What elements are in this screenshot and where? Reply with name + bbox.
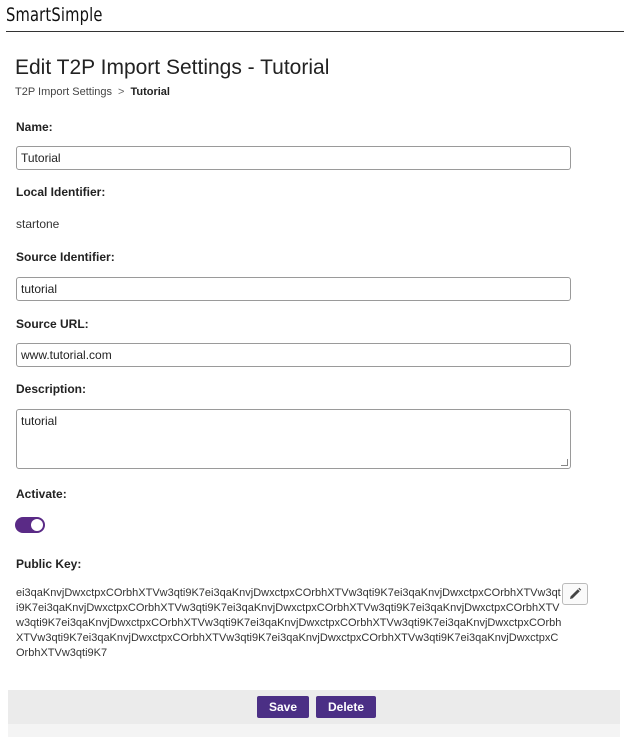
description-label: Description: (16, 382, 87, 396)
page-title: Edit T2P Import Settings - Tutorial (15, 56, 330, 79)
description-text: tutorial (21, 414, 58, 428)
source-url-label: Source URL: (16, 317, 89, 331)
local-identifier-value: startone (16, 217, 60, 231)
brand-logo-text: SmartSimple (6, 4, 103, 26)
breadcrumb-separator: > (118, 86, 125, 98)
public-key-value: ei3qaKnvjDwxctpxCOrbhXTVw3qti9K7ei3qaKnv… (16, 587, 562, 659)
toggle-knob (31, 519, 43, 531)
activate-label: Activate: (16, 487, 67, 501)
breadcrumb-parent-link[interactable]: T2P Import Settings (15, 86, 112, 98)
save-button[interactable]: Save (257, 696, 310, 718)
local-identifier-label: Local Identifier: (16, 185, 106, 199)
source-identifier-field[interactable]: tutorial (16, 277, 571, 301)
name-label: Name: (16, 120, 53, 134)
delete-button[interactable]: Delete (316, 696, 377, 718)
activate-toggle[interactable] (15, 517, 45, 533)
pencil-icon (570, 587, 582, 599)
source-url-field[interactable]: www.tutorial.com (16, 343, 571, 367)
form-container: Edit T2P Import Settings - Tutorial T2P … (8, 40, 620, 690)
name-field[interactable]: Tutorial (16, 146, 571, 170)
source-identifier-label: Source Identifier: (16, 250, 115, 264)
resize-grip-icon[interactable] (561, 459, 568, 466)
public-key-label: Public Key: (16, 557, 82, 571)
brand-header: SmartSimple (6, 4, 624, 32)
action-bar: Save Delete (8, 690, 620, 724)
edit-public-key-button[interactable] (562, 583, 588, 605)
breadcrumb-current: Tutorial (130, 86, 170, 98)
breadcrumb: T2P Import Settings > Tutorial (15, 86, 170, 98)
main-panel: Edit T2P Import Settings - Tutorial T2P … (8, 40, 620, 737)
description-textarea[interactable]: tutorial (16, 409, 571, 469)
